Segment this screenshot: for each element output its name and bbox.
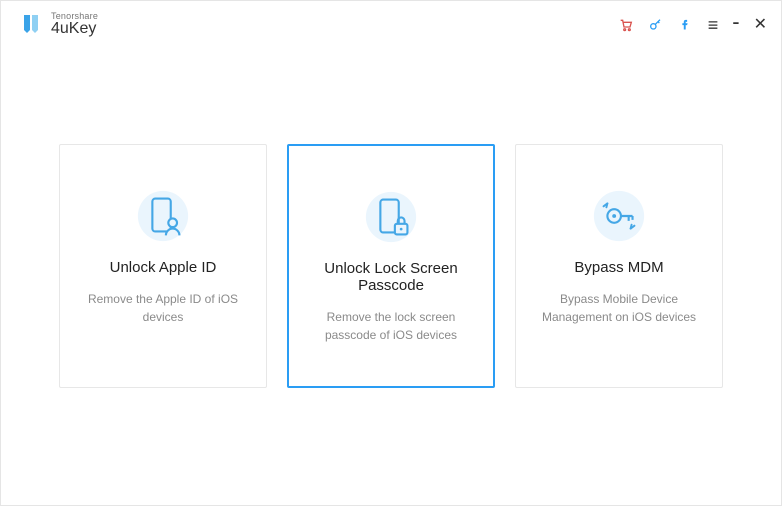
main-content: Unlock Apple ID Remove the Apple ID of i… <box>1 49 781 388</box>
brand-product: 4uKey <box>51 21 98 38</box>
card-desc: Remove the Apple ID of iOS devices <box>78 290 248 326</box>
brand: Tenorshare 4uKey <box>19 11 98 40</box>
card-bypass-mdm[interactable]: Bypass MDM Bypass Mobile Device Manageme… <box>515 144 723 388</box>
window-controls: ≡ - ✕ <box>618 14 767 36</box>
brand-logo-icon <box>19 11 43 40</box>
close-button[interactable]: ✕ <box>754 17 767 33</box>
bypass-key-icon <box>590 181 648 251</box>
card-title: Bypass MDM <box>574 259 663 276</box>
key-icon[interactable] <box>648 17 664 33</box>
card-title: Unlock Apple ID <box>110 259 217 276</box>
card-unlock-lock-screen[interactable]: Unlock Lock Screen Passcode Remove the l… <box>287 144 495 388</box>
cart-icon[interactable] <box>618 17 634 33</box>
minimize-button[interactable]: - <box>732 11 739 33</box>
facebook-icon[interactable] <box>678 17 694 33</box>
card-desc: Bypass Mobile Device Management on iOS d… <box>534 290 704 326</box>
card-desc: Remove the lock screen passcode of iOS d… <box>307 308 475 344</box>
card-unlock-apple-id[interactable]: Unlock Apple ID Remove the Apple ID of i… <box>59 144 267 388</box>
card-title: Unlock Lock Screen Passcode <box>307 260 475 294</box>
phone-user-icon <box>134 181 192 251</box>
titlebar: Tenorshare 4uKey ≡ - ✕ <box>1 1 781 49</box>
phone-lock-icon <box>362 182 420 252</box>
menu-icon[interactable]: ≡ <box>708 16 719 34</box>
